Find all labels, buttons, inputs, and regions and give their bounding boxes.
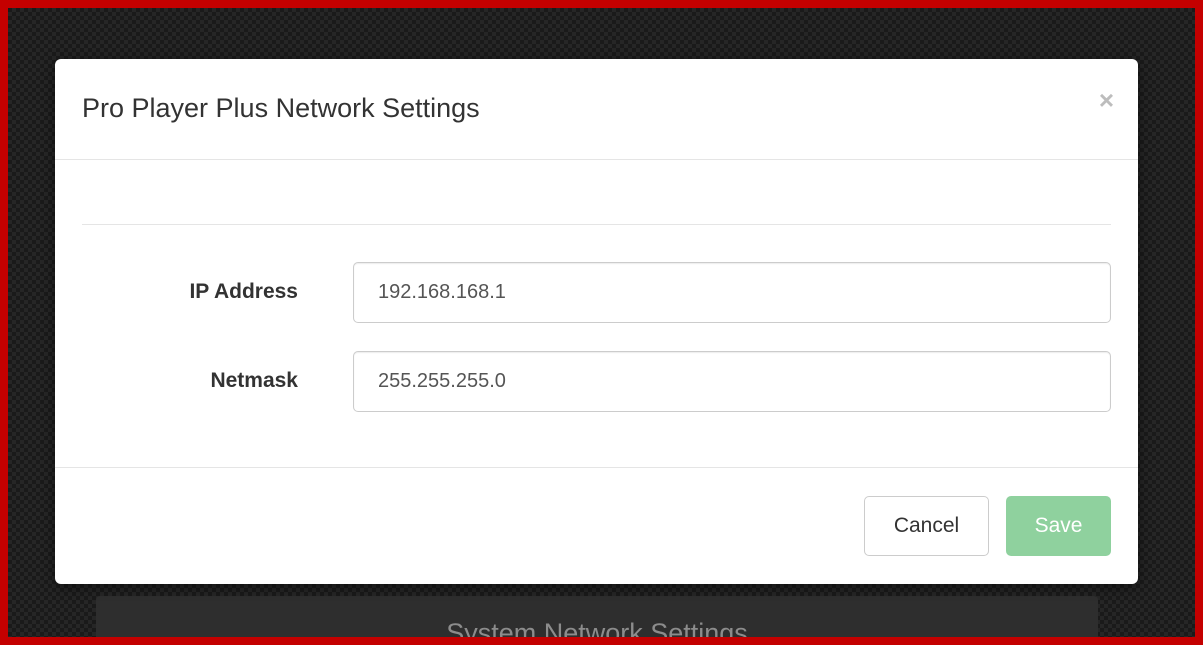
system-network-settings-label: System Network Settings [446, 618, 748, 637]
modal-header: Pro Player Plus Network Settings × [55, 59, 1138, 160]
ip-address-label: IP Address [189, 280, 298, 303]
modal-body: IP Address Netmask [55, 160, 1138, 468]
screenshot-frame: System Network Settings Pro Player Plus … [0, 0, 1203, 645]
netmask-input[interactable] [353, 351, 1111, 412]
modal-title: Pro Player Plus Network Settings [82, 93, 480, 123]
save-button[interactable]: Save [1006, 496, 1111, 556]
divider [82, 224, 1111, 225]
close-icon[interactable]: × [1099, 87, 1114, 113]
network-settings-modal: Pro Player Plus Network Settings × IP Ad… [55, 59, 1138, 584]
cancel-button[interactable]: Cancel [864, 496, 989, 556]
system-network-settings-button[interactable]: System Network Settings [96, 596, 1098, 637]
page-backdrop: System Network Settings Pro Player Plus … [8, 8, 1195, 637]
ip-address-input[interactable] [353, 262, 1111, 323]
modal-footer: Cancel Save [55, 468, 1138, 583]
netmask-label: Netmask [210, 369, 298, 392]
